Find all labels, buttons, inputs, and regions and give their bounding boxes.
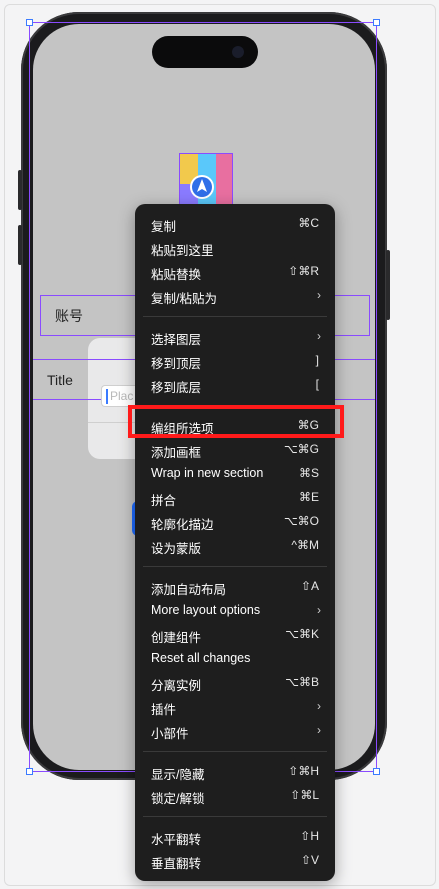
highlight-box (128, 405, 344, 438)
menu-item[interactable]: 添加画框 ⌥⌘G (135, 438, 335, 462)
resize-handle-tl[interactable] (26, 19, 33, 26)
menu-item[interactable]: 分离实例 ⌥⌘B (135, 671, 335, 695)
menu-separator (143, 566, 327, 567)
phone-side-button (386, 250, 390, 320)
input-placeholder: Plac (110, 389, 134, 403)
menu-item[interactable]: Wrap in new section ⌘S (135, 462, 335, 486)
menu-item-shortcut: ⇧⌘L (290, 788, 319, 802)
menu-item-shortcut: ⇧A (300, 579, 319, 593)
menu-item-label: 水平翻转 (151, 833, 202, 847)
menu-item[interactable]: 轮廓化描边 ⌥⌘O (135, 510, 335, 534)
menu-item-label: 小部件 (151, 727, 189, 741)
menu-item-shortcut: ^⌘M (291, 538, 319, 552)
menu-item[interactable]: 垂直翻转 ⇧V (135, 849, 335, 873)
menu-item-label: 分离实例 (151, 679, 202, 693)
menu-item-shortcut: ] (315, 353, 319, 367)
menu-item[interactable]: Reset all changes (135, 647, 335, 671)
menu-item-shortcut: ⌥⌘G (283, 442, 319, 456)
menu-item-label: 显示/隐藏 (151, 768, 205, 782)
menu-item-label: 粘贴到这里 (151, 244, 214, 258)
chevron-right-icon: › (317, 723, 321, 737)
menu-item[interactable]: 移到顶层] (135, 349, 335, 373)
menu-separator (143, 816, 327, 817)
menu-item-label: 粘贴替换 (151, 268, 202, 282)
menu-item-label: 垂直翻转 (151, 857, 202, 871)
menu-item-label: 锁定/解锁 (151, 792, 205, 806)
menu-item-label: More layout options (151, 603, 261, 617)
menu-item-label: 创建组件 (151, 631, 202, 645)
menu-item-label: 复制 (151, 220, 177, 234)
menu-item-label: 移到底层 (151, 381, 202, 395)
resize-handle-bl[interactable] (26, 768, 33, 775)
chevron-right-icon: › (317, 699, 321, 713)
menu-item-shortcut: ⌥⌘O (283, 514, 319, 528)
menu-item-shortcut: ⌥⌘K (285, 627, 319, 641)
title-label: Title (47, 372, 73, 388)
menu-item[interactable]: 粘贴到这里 (135, 236, 335, 260)
menu-separator (143, 751, 327, 752)
menu-item-label: 复制/粘贴为 (151, 292, 217, 306)
menu-item-label: 移到顶层 (151, 357, 202, 371)
menu-item-label: 拼合 (151, 494, 177, 508)
resize-handle-tr[interactable] (373, 19, 380, 26)
menu-item-label: 设为蒙版 (151, 542, 202, 556)
menu-item-shortcut: ⌘C (298, 216, 319, 230)
menu-item[interactable]: 复制/粘贴为 › (135, 284, 335, 308)
text-caret (106, 389, 108, 404)
menu-item-shortcut: ⌥⌘B (285, 675, 319, 689)
menu-item-label: 选择图层 (151, 333, 202, 347)
menu-item[interactable]: More layout options › (135, 599, 335, 623)
menu-item[interactable]: 显示/隐藏 ⇧⌘H (135, 760, 335, 784)
menu-item[interactable]: 设为蒙版 ^⌘M (135, 534, 335, 558)
menu-item[interactable]: 拼合 ⌘E (135, 486, 335, 510)
chevron-right-icon: › (317, 288, 321, 302)
menu-item[interactable]: 插件 › (135, 695, 335, 719)
account-label: 账号 (55, 308, 83, 324)
menu-item-label: Reset all changes (151, 651, 251, 665)
menu-item-shortcut: ⇧⌘H (288, 764, 319, 778)
menu-item[interactable]: 添加自动布局 ⇧A (135, 575, 335, 599)
menu-item[interactable]: 水平翻转 ⇧H (135, 825, 335, 849)
menu-item-shortcut: [ (315, 377, 319, 391)
menu-item-label: Wrap in new section (151, 466, 264, 480)
menu-item[interactable]: 复制 ⌘C (135, 212, 335, 236)
menu-separator (143, 316, 327, 317)
menu-item-shortcut: ⌘E (298, 490, 319, 504)
resize-handle-br[interactable] (373, 768, 380, 775)
menu-item-label: 插件 (151, 703, 177, 717)
menu-item[interactable]: 粘贴替换 ⇧⌘R (135, 260, 335, 284)
phone-side-button (18, 225, 22, 265)
context-menu: 复制 ⌘C 粘贴到这里 粘贴替换 ⇧⌘R 复制/粘贴为 › 选择图层 › 移到顶层] 移到底层[编组… (135, 204, 335, 881)
menu-item[interactable]: 小部件 › (135, 719, 335, 743)
menu-item-label: 轮廓化描边 (151, 518, 214, 532)
menu-item[interactable]: 锁定/解锁 ⇧⌘L (135, 784, 335, 808)
menu-item-shortcut: ⌘S (298, 466, 319, 480)
chevron-right-icon: › (317, 603, 321, 617)
phone-side-button (18, 170, 22, 210)
menu-item[interactable]: 创建组件 ⌥⌘K (135, 623, 335, 647)
menu-item-label: 添加画框 (151, 446, 202, 460)
menu-item[interactable]: 移到底层 [ (135, 373, 335, 397)
menu-item[interactable]: 选择图层 › (135, 325, 335, 349)
maps-app-icon[interactable] (179, 153, 233, 205)
menu-item-shortcut: ⇧⌘R (288, 264, 319, 278)
menu-item-shortcut: ⇧V (300, 853, 319, 867)
menu-item-shortcut: ⇧H (300, 829, 319, 843)
menu-item-label: 添加自动布局 (151, 583, 227, 597)
chevron-right-icon: › (317, 329, 321, 343)
